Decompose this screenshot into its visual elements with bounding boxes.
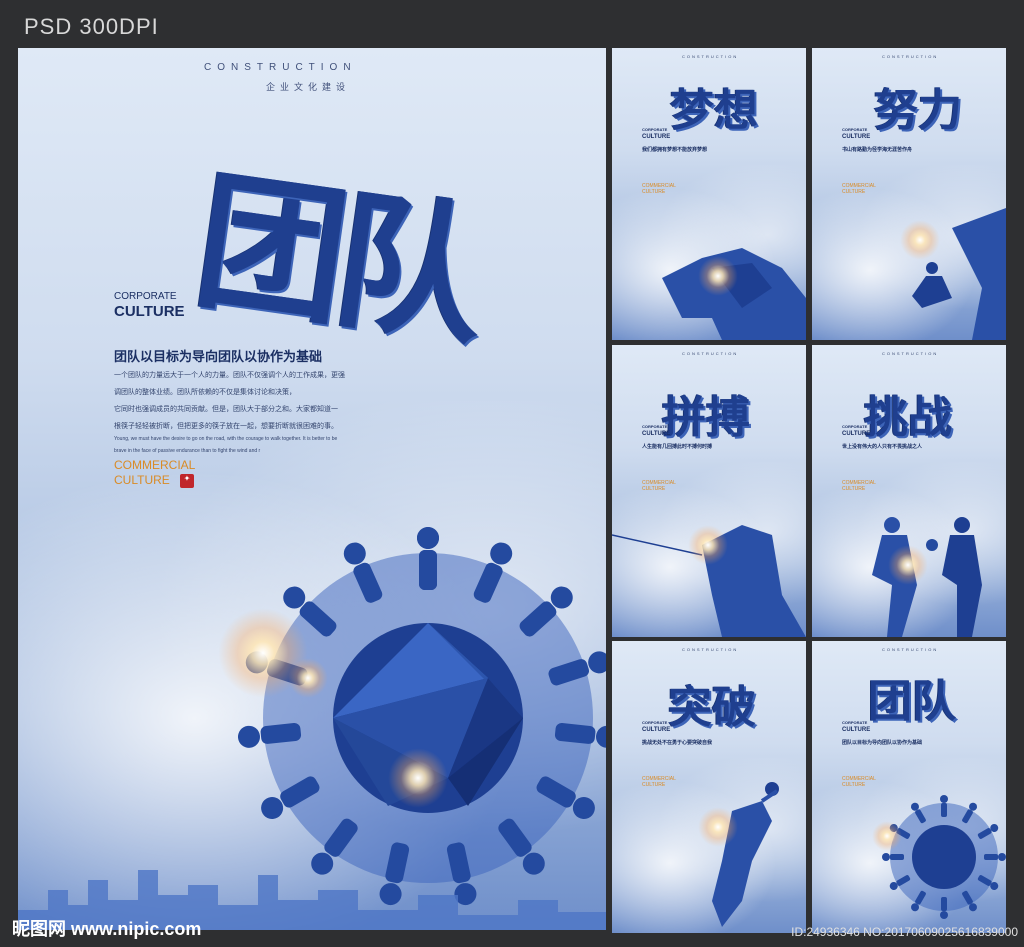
- lens-flare: [888, 545, 928, 585]
- headline: 团队以目标为导向团队以协作为基础: [114, 349, 323, 364]
- format-label: PSD 300DPI: [24, 14, 159, 39]
- poster-strive: CONSTRUCTION 拼搏 CORPORATE CULTURE 人生能有几回…: [612, 345, 806, 637]
- culture2-label: CULTURE: [842, 486, 866, 492]
- lens-flare: [698, 807, 738, 847]
- poster-headline: 我们都拥有梦想不能放弃梦想: [642, 147, 708, 153]
- en-line-1: Young, we must have the desire to go on …: [114, 436, 338, 442]
- para-line-4: 根筷子轻轻被折断，但把更多的筷子放在一起，想要折断就很困难的事。: [114, 423, 338, 430]
- red-seal-icon: ✦: [180, 474, 194, 488]
- en-line-2: brave in the face of passive endurance t…: [114, 448, 261, 454]
- corporate-label: CORPORATE: [842, 424, 868, 429]
- image-id: ID:24936346 NO:20170609025616839000: [791, 925, 1018, 939]
- lens-flare: [688, 525, 728, 565]
- poster-headline: 世上没有伟大的人只有不畏挑战之人: [842, 444, 923, 450]
- corporate-label: CORPORATE: [842, 127, 868, 132]
- construction-label: CONSTRUCTION: [882, 351, 939, 356]
- culture-label: CULTURE: [642, 727, 671, 733]
- corporate-label: CORPORATE: [642, 720, 668, 725]
- construction-label: CONSTRUCTION: [682, 351, 739, 356]
- lens-flare: [698, 256, 738, 296]
- lens-flare-2: [388, 748, 448, 808]
- poster-team: CONSTRUCTION 团队 CORPORATE CULTURE 团队以目标为…: [812, 641, 1006, 933]
- construction-label: CONSTRUCTION: [882, 647, 939, 652]
- culture-label: CULTURE: [114, 303, 185, 320]
- lens-flare: [872, 821, 902, 851]
- basketball-players-illustration: [872, 517, 982, 637]
- lens-flare-3: [288, 658, 328, 698]
- corporate-label: CORPORATE: [114, 291, 177, 302]
- culture-label: CULTURE: [842, 727, 871, 733]
- corporate-label: CORPORATE: [642, 424, 668, 429]
- main-title: 团队: [185, 152, 488, 366]
- poster-dream: CONSTRUCTION 梦想 CORPORATE CULTURE 我们都拥有梦…: [612, 48, 806, 340]
- subtitle-cn: 企业文化建设: [266, 82, 351, 92]
- culture2-label: CULTURE: [114, 473, 170, 487]
- lens-flare: [900, 220, 940, 260]
- para-line-1: 一个团队的力量远大于一个人的力量。团队不仅强调个人的工作成果，更强: [114, 372, 345, 379]
- team-circle-illustration: [882, 795, 1006, 919]
- poster-title: 挑战: [864, 392, 952, 443]
- culture2-label: CULTURE: [642, 189, 666, 195]
- poster-title: 团队: [868, 676, 956, 727]
- construction-label: CONSTRUCTION: [682, 647, 739, 652]
- culture2-label: CULTURE: [842, 782, 866, 788]
- corporate-label: CORPORATE: [642, 127, 668, 132]
- commercial-label: COMMERCIAL: [114, 458, 196, 472]
- construction-label: CONSTRUCTION: [882, 54, 939, 59]
- construction-label: CONSTRUCTION: [204, 62, 357, 73]
- poster-effort: CONSTRUCTION 努力 CORPORATE CULTURE 书山有路勤为…: [812, 48, 1006, 340]
- jumping-player-illustration: [712, 782, 779, 927]
- poster-title: 梦想: [670, 85, 758, 136]
- construction-label: CONSTRUCTION: [682, 54, 739, 59]
- poster-headline: 书山有路勤为径学海无涯苦作舟: [842, 147, 913, 153]
- corporate-label: CORPORATE: [842, 720, 868, 725]
- poster-title: 努力: [874, 85, 962, 136]
- culture-label: CULTURE: [842, 431, 871, 437]
- poster-title: 拼搏: [662, 392, 750, 443]
- poster-breakthrough: CONSTRUCTION 突破 CORPORATE CULTURE 挑战无处不在…: [612, 641, 806, 933]
- poster-title: 突破: [668, 682, 756, 733]
- poster-headline: 挑战无处不在勇于心要突破自我: [642, 740, 713, 746]
- para-line-2: 调团队的整体业绩。团队所依赖的不仅是集体讨论和决策，: [114, 389, 296, 396]
- culture-label: CULTURE: [642, 431, 671, 437]
- culture2-label: CULTURE: [842, 189, 866, 195]
- poster-challenge: CONSTRUCTION 挑战 CORPORATE CULTURE 世上没有伟大…: [812, 345, 1006, 637]
- poster-headline: 团队以目标为导向团队以协作为基础: [842, 740, 923, 746]
- main-poster: CONSTRUCTION 企业文化建设 团队 CORPORATE CULTURE…: [18, 48, 606, 930]
- poster-headline: 人生能有几回搏此时不搏何时搏: [642, 444, 713, 450]
- culture2-label: CULTURE: [642, 782, 666, 788]
- climber-silhouette-illustration: [912, 208, 1006, 340]
- site-logo: 昵图网 www.nipic.com: [12, 919, 202, 939]
- para-line-3: 它同时也强调成员的共同贡献。但是，团队大于部分之和。大家都知道一: [114, 406, 338, 413]
- culture2-label: CULTURE: [642, 486, 666, 492]
- culture-label: CULTURE: [842, 134, 871, 140]
- culture-label: CULTURE: [642, 134, 671, 140]
